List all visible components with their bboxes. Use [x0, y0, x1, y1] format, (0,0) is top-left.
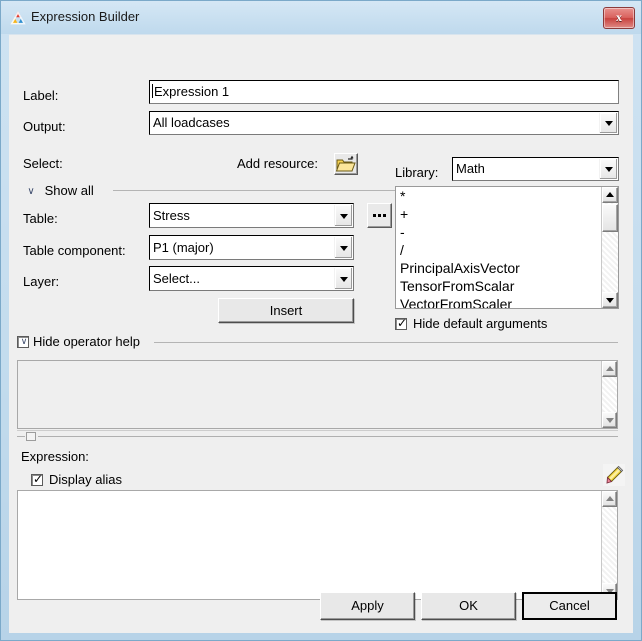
- display-alias-label: Display alias: [49, 472, 122, 487]
- select-caption: Select:: [23, 156, 63, 171]
- check-icon: ✓: [397, 316, 408, 330]
- scroll-up-button[interactable]: [602, 187, 618, 203]
- hide-default-arguments-label: Hide default arguments: [413, 316, 548, 331]
- operator-help-vscrollbar[interactable]: [601, 361, 617, 428]
- chevron-double-down-icon: ∨: [27, 186, 35, 197]
- scroll-down-button[interactable]: [602, 292, 618, 308]
- expression-edit-button[interactable]: [603, 464, 625, 486]
- list-item[interactable]: /: [396, 241, 618, 259]
- scrollbar-track-tick: [17, 436, 25, 437]
- expression-caption: Expression:: [21, 449, 89, 464]
- list-item[interactable]: *: [396, 187, 618, 205]
- display-alias-checkbox[interactable]: ✓ Display alias: [31, 472, 122, 487]
- layer-value: Select...: [153, 271, 200, 286]
- insert-button[interactable]: Insert: [218, 298, 354, 323]
- chevron-down-icon[interactable]: [334, 205, 352, 226]
- expression-textarea[interactable]: [17, 490, 618, 600]
- output-value: All loadcases: [153, 115, 230, 130]
- show-all-divider: [113, 190, 398, 191]
- checkbox-box: ∨: [17, 336, 29, 348]
- table-combobox[interactable]: Stress: [149, 203, 354, 228]
- library-caption: Library:: [395, 165, 439, 180]
- table-caption: Table:: [23, 211, 58, 226]
- scrollbar-thumb[interactable]: [26, 432, 36, 441]
- apply-label: Apply: [351, 598, 384, 613]
- expression-vscrollbar[interactable]: [601, 491, 617, 599]
- dialog-body: Label: Expression 1 Output: All loadcase…: [9, 34, 633, 633]
- chevron-down-icon[interactable]: [334, 237, 352, 258]
- label-caption: Label:: [23, 88, 59, 103]
- chevron-down-icon[interactable]: [599, 159, 617, 179]
- show-all-toggle[interactable]: ∨ Show all: [25, 183, 94, 198]
- list-item[interactable]: VectorFromScaler: [396, 295, 618, 308]
- add-resource-caption: Add resource:: [237, 156, 318, 171]
- checkbox-box: ✓: [31, 472, 44, 486]
- window-title: Expression Builder: [31, 9, 140, 24]
- ellipsis-icon: [368, 204, 391, 227]
- altair-triangle-icon: [9, 9, 27, 27]
- chevron-down-icon[interactable]: [334, 268, 352, 289]
- list-item[interactable]: PrincipalAxisVector: [396, 259, 618, 277]
- insert-label: Insert: [269, 303, 303, 318]
- scrollbar-track-tick: [38, 436, 618, 437]
- label-input[interactable]: Expression 1: [149, 80, 619, 104]
- list-item[interactable]: +: [396, 205, 618, 223]
- table-browse-button[interactable]: [367, 203, 392, 228]
- hide-default-arguments-checkbox[interactable]: ✓ Hide default arguments: [395, 316, 547, 331]
- add-resource-button[interactable]: [334, 153, 358, 175]
- scroll-up-button[interactable]: [602, 491, 617, 507]
- library-value: Math: [456, 161, 485, 176]
- scroll-down-button[interactable]: [602, 412, 617, 428]
- title-bar: Expression Builder x: [1, 1, 641, 34]
- operator-help-hscrollbar[interactable]: [17, 430, 618, 442]
- output-caption: Output:: [23, 119, 66, 134]
- layer-caption: Layer:: [23, 274, 60, 289]
- cancel-label: Cancel: [549, 598, 590, 613]
- chevron-double-down-icon: ∨: [20, 337, 28, 347]
- text-caret: [152, 84, 153, 98]
- scrollbar-thumb[interactable]: [602, 204, 618, 232]
- label-input-value: Expression 1: [154, 84, 230, 99]
- scroll-up-button[interactable]: [602, 361, 617, 377]
- close-button[interactable]: x: [603, 7, 635, 29]
- output-combobox[interactable]: All loadcases: [149, 111, 619, 135]
- operator-help-divider: [154, 342, 618, 343]
- list-item[interactable]: TensorFromScalar: [396, 277, 618, 295]
- chevron-down-icon[interactable]: [599, 113, 617, 133]
- table-value: Stress: [153, 208, 190, 223]
- table-component-combobox[interactable]: P1 (major): [149, 235, 354, 260]
- cancel-button[interactable]: Cancel: [522, 592, 617, 620]
- close-icon: x: [616, 10, 622, 24]
- table-component-caption: Table component:: [23, 243, 126, 258]
- layer-combobox[interactable]: Select...: [149, 266, 354, 291]
- show-all-label: Show all: [44, 183, 94, 198]
- table-component-value: P1 (major): [153, 240, 214, 255]
- ok-label: OK: [459, 598, 478, 613]
- hide-operator-help-label: Hide operator help: [33, 334, 140, 349]
- open-folder-icon: [335, 154, 357, 174]
- library-list-scrollbar[interactable]: [601, 187, 618, 308]
- operator-help-textarea[interactable]: [17, 360, 618, 429]
- pencil-icon: [604, 465, 624, 485]
- library-combobox[interactable]: Math: [452, 157, 619, 181]
- list-item[interactable]: -: [396, 223, 618, 241]
- checkbox-box: ✓: [395, 316, 408, 330]
- library-function-list[interactable]: * + - / PrincipalAxisVector TensorFromSc…: [395, 186, 619, 309]
- hide-operator-help-toggle[interactable]: ∨ Hide operator help: [17, 334, 140, 349]
- check-icon: ✓: [33, 472, 44, 486]
- ok-button[interactable]: OK: [421, 592, 516, 620]
- apply-button[interactable]: Apply: [320, 592, 415, 620]
- expression-builder-window: Expression Builder x Label: Expression 1…: [0, 0, 642, 641]
